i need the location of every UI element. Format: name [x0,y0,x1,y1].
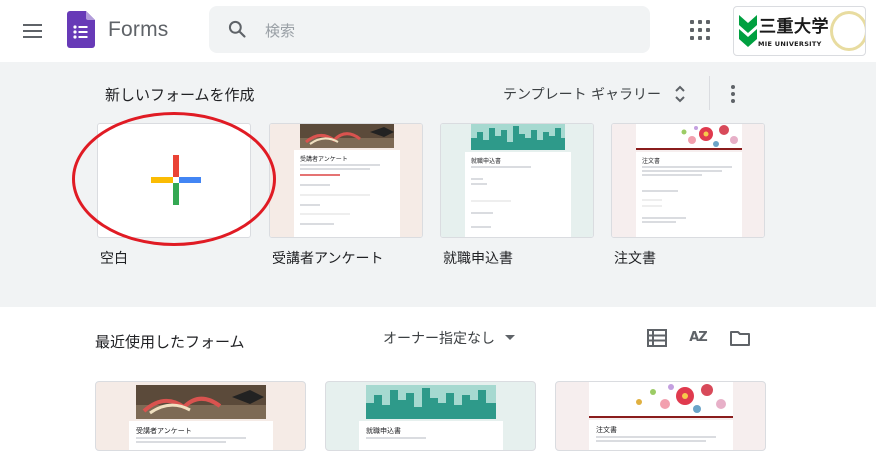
divider [709,76,710,110]
forms-logo-icon[interactable] [67,11,95,48]
owner-filter-label: オーナー指定なし [383,331,495,347]
template-order-form[interactable]: 注文書 [611,123,765,238]
app-title[interactable]: Forms [108,18,169,42]
recent-form-card-order-form[interactable]: 注文書 [555,381,766,451]
search-bar[interactable]: 検索 [209,6,650,53]
apps-grid-icon[interactable] [688,18,712,42]
preview-title: 注文書 [642,158,661,165]
folder-icon[interactable] [728,326,752,350]
template-gallery-button[interactable]: テンプレート ギャラリー [503,80,687,108]
menu-icon-bar [23,36,42,38]
profile-ring [830,11,865,51]
section-title-new-form: 新しいフォームを作成 [105,86,255,104]
card-preview-title: 受講者アンケート [136,427,192,435]
template-job-application[interactable]: 就職申込書 [440,123,594,238]
menu-icon [23,24,42,26]
card-preview-title: 就職申込書 [366,427,401,435]
owner-filter-dropdown[interactable]: オーナー指定なし [383,328,515,348]
account-org-logo[interactable]: 三重大学 MIE UNIVERSITY [733,6,866,56]
search-input[interactable]: 検索 [265,20,295,41]
top-bar: Forms 検索 三重大学 MIE UNIVERSITY [0,0,876,62]
city-skyline-header-image [471,124,565,150]
plus-icon [151,155,201,205]
template-label-course-survey[interactable]: 受講者アンケート [272,248,383,268]
section-title-recent-forms: 最近使用したフォーム [95,333,245,351]
recent-form-card-job-application[interactable]: 就職申込書 [325,381,536,451]
org-subtitle: MIE UNIVERSITY [758,40,822,48]
template-label-order-form[interactable]: 注文書 [614,248,656,268]
template-label-blank[interactable]: 空白 [100,248,128,268]
template-gallery-label: テンプレート ギャラリー [503,87,662,103]
city-skyline-header-image [366,385,496,419]
search-icon[interactable] [227,19,247,39]
preview-title: 就職申込書 [471,158,502,165]
dropdown-arrow-icon [505,335,515,340]
university-emblem-icon [739,15,757,47]
recent-form-card-course-survey[interactable]: 受講者アンケート [95,381,306,451]
template-blank[interactable] [97,123,251,238]
graduation-header-image [300,124,394,148]
org-name: 三重大学 [759,17,829,37]
template-label-job-application[interactable]: 就職申込書 [443,248,513,268]
floral-header-image [636,124,742,150]
sort-az-icon[interactable]: AZ [686,326,710,350]
graduation-header-image [136,385,266,419]
template-gallery-section: 新しいフォームを作成 テンプレート ギャラリー 空白 受講者アンケート 受講者ア… [0,62,876,307]
unfold-icon [675,85,685,103]
main-menu-button[interactable] [18,17,48,45]
template-course-survey[interactable]: 受講者アンケート [269,123,423,238]
more-vert-icon[interactable] [722,80,744,108]
menu-icon-bar [23,30,42,32]
floral-header-image [589,382,733,418]
card-preview-title: 注文書 [596,426,617,434]
preview-title: 受講者アンケート [300,156,348,163]
list-view-icon[interactable] [645,326,669,350]
